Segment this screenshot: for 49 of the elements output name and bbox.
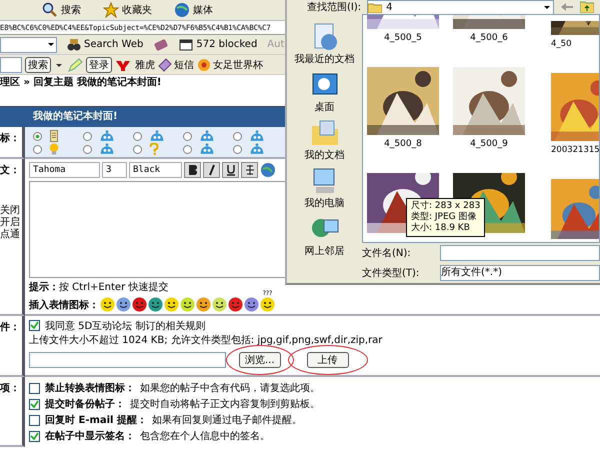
tooltip: 尺寸: 283 x 283 类型: JPEG 图像 大小: 18.9 KB [406,198,486,237]
computer-place[interactable]: 我的电脑 [304,166,344,210]
file-name[interactable]: 4_500_6 [470,33,508,43]
login-button[interactable]: 登录 [86,56,112,72]
sms-link[interactable]: 短信 [158,58,194,72]
search-button[interactable]: 搜索 [40,2,83,18]
browse-button[interactable]: 浏览... [239,352,281,368]
look-in-label: 查找范围(I): [307,0,362,14]
field-label: 文： [0,164,20,177]
option-description: 如果有回复则通过电子邮件提醒。 [152,414,302,427]
favorites-button[interactable]: 收藏夹 [101,2,154,18]
file-name[interactable]: 4_500_9 [470,139,508,149]
search-web-button[interactable]: Search Web [65,38,146,52]
option-title: 禁止转换表情图标： [45,382,135,395]
media-button[interactable]: 媒体 [172,2,215,18]
file-name[interactable]: 4_50 [551,39,572,49]
option-description: 如果您的帖子中含有代码，请复选此项。 [140,382,320,395]
size-select[interactable]: 3 [102,162,127,178]
file-type-select[interactable]: 所有文件(*.*) [440,265,600,281]
font-select[interactable]: Tahoma [29,162,100,178]
breadcrumb: 理区 » 回复主题 我做的笔记本封面! [0,77,162,89]
option-description: 提交时自动将帖子正文内容复制到剪贴板。 [130,398,320,411]
yahoo-link[interactable]: 雅虎 [115,58,155,72]
hint-text: 提示：按 Ctrl+Enter 快速提交 [29,280,170,292]
network-place[interactable]: 网上邻居 [304,214,344,258]
color-select[interactable]: Black [129,162,182,178]
search-button[interactable]: 搜索 [25,56,51,72]
option-description: 包含您在个人信息中的签名。 [140,430,270,443]
field-label: 项： [0,382,20,395]
field-label: 标： [0,132,20,145]
emoticon-label: 插入表情图标： [29,298,99,312]
upload-note: 上传文件大小不超过 1024 KB; 允许文件类型包括: jpg,gif,png,swf,dir,zip,rar [29,334,384,347]
agree-text: 我同意 5D互动论坛 制订的相关规则 [45,320,206,332]
field-label: 件： [0,320,20,334]
file-name[interactable]: 4_500_8 [384,139,422,149]
file-name[interactable]: 4_500_5 [384,33,422,43]
option-title: 回复时 E-mail 提醒： [45,414,147,427]
note-link[interactable]: 关闭 [0,205,20,217]
file-name-label: 文件名(N): [362,246,412,260]
option-title: 在帖子中显示签名： [45,430,135,443]
file-type-label: 文件类型(T): [362,266,420,280]
note-link[interactable]: 点通 [0,229,20,241]
recent-place[interactable]: 我最近的文档 [294,22,354,66]
upload-button[interactable]: 上传 [306,352,349,368]
file-name[interactable]: 200321315 [551,145,599,155]
ball-link[interactable]: 女足世界杯 [197,58,263,72]
option-title: 提交时备份帖子： [45,397,125,411]
note-link[interactable]: 开启 [0,217,20,229]
popup-blocker-button[interactable]: 572 blocked [177,38,260,52]
